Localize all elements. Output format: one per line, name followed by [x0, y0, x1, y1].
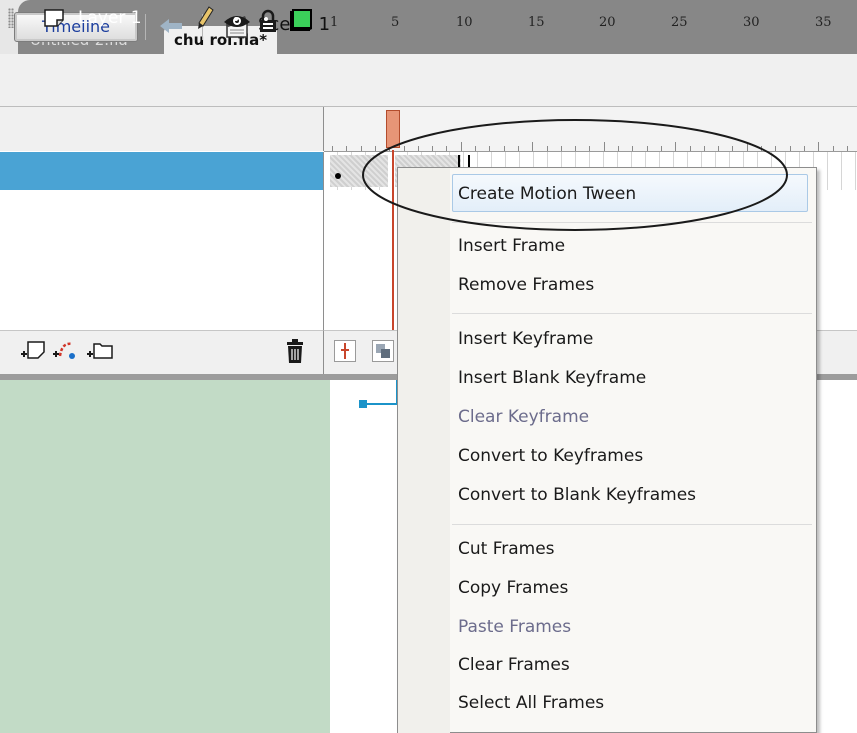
layer-page-icon [44, 9, 64, 27]
ruler-tick [846, 146, 848, 151]
menu-item-copy-frames[interactable]: Copy Frames [458, 578, 568, 598]
show-hide-eye-icon[interactable] [222, 10, 252, 32]
ruler-label: 15 [528, 15, 545, 30]
toolbar-separator [145, 14, 146, 40]
menu-item-convert-to-blank-keyframes[interactable]: Convert to Blank Keyframes [458, 485, 696, 505]
layer-toolbar [0, 330, 324, 375]
stage-pasteboard[interactable] [0, 380, 330, 733]
ruler-label: 20 [599, 15, 616, 30]
ruler-label: 30 [743, 15, 760, 30]
ruler-label: 10 [456, 15, 473, 30]
ruler-label: 25 [671, 15, 688, 30]
insert-layer-folder-icon[interactable] [86, 338, 114, 362]
add-motion-guide-icon[interactable] [52, 338, 78, 362]
menu-item-insert-blank-keyframe[interactable]: Insert Blank Keyframe [458, 368, 646, 388]
lock-dot[interactable] [264, 17, 268, 21]
menu-item-insert-keyframe[interactable]: Insert Keyframe [458, 329, 593, 349]
menu-item-cut-frames[interactable]: Cut Frames [458, 539, 555, 559]
panel-grip-icon[interactable] [8, 8, 14, 28]
back-arrow-icon[interactable] [158, 16, 184, 36]
layer-outline-color-box[interactable] [292, 9, 312, 29]
layer-panel-header [0, 107, 324, 151]
menu-separator [452, 313, 812, 314]
ruler-label: 35 [815, 15, 832, 30]
keyframe-dot [335, 173, 341, 179]
selection-handle[interactable] [359, 400, 367, 408]
visibility-dot[interactable] [234, 17, 238, 21]
menu-icon-gutter [398, 168, 450, 733]
menu-item-clear-frames[interactable]: Clear Frames [458, 655, 570, 675]
center-frame-icon[interactable] [334, 340, 356, 362]
ruler-tick [346, 146, 348, 151]
highlight-ellipse-annotation [362, 119, 788, 231]
edit-bar [0, 54, 857, 107]
layer-row[interactable] [0, 152, 324, 190]
menu-item-convert-to-keyframes[interactable]: Convert to Keyframes [458, 446, 643, 466]
ruler-tick [832, 146, 834, 151]
insert-layer-icon[interactable] [20, 338, 46, 362]
delete-layer-trash-icon[interactable] [284, 338, 306, 364]
lock-icon[interactable] [257, 9, 279, 33]
layer-name[interactable]: Layer 1 [78, 8, 142, 28]
pencil-icon [198, 6, 214, 29]
onion-skin-icon[interactable] [372, 340, 394, 362]
ruler-label: 5 [391, 15, 400, 30]
selection-guide-line [364, 403, 400, 405]
menu-item-select-all-frames[interactable]: Select All Frames [458, 693, 604, 713]
menu-item-remove-frames[interactable]: Remove Frames [458, 275, 594, 295]
layer-list-empty-area [0, 190, 324, 330]
menu-item-paste-frames: Paste Frames [458, 617, 572, 637]
tab-strip [18, 0, 857, 54]
ruler-tick [332, 146, 333, 151]
ruler-label: 1 [330, 15, 339, 30]
menu-separator [452, 524, 812, 525]
menu-item-clear-keyframe: Clear Keyframe [458, 407, 590, 427]
ruler-tick [818, 142, 820, 151]
